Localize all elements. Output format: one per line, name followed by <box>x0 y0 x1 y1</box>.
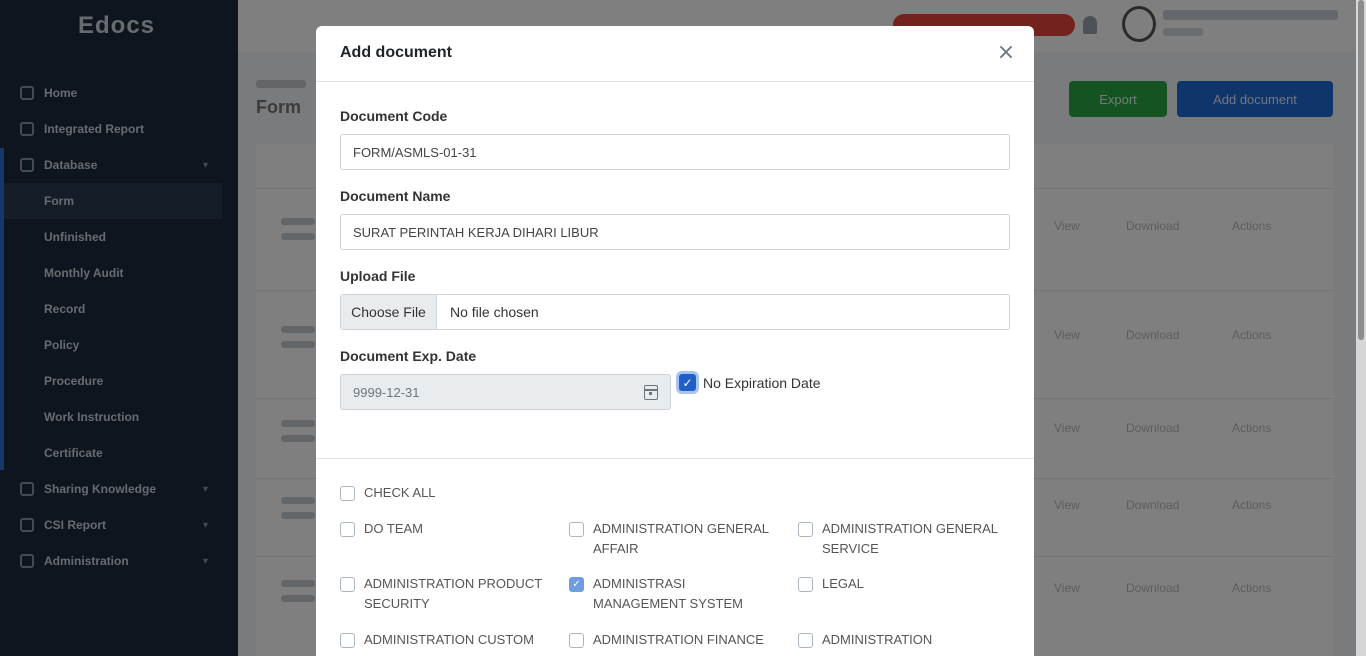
department-checkbox-administration[interactable] <box>798 633 813 648</box>
choose-file-button[interactable]: Choose File <box>341 295 437 329</box>
department-checkbox-general-affair[interactable] <box>569 522 584 537</box>
department-label: DO TEAM <box>364 521 423 536</box>
no-expiration-checkbox[interactable]: ✓ <box>679 374 696 391</box>
document-name-label: Document Name <box>340 188 451 204</box>
exp-date-input[interactable]: 9999-12-31 <box>340 374 671 410</box>
department-checkbox-management-system[interactable]: ✓ <box>569 577 584 592</box>
exp-date-label: Document Exp. Date <box>340 348 477 364</box>
department-label: LEGAL <box>822 576 864 591</box>
department-label: ADMINISTRATION GENERAL SERVICE <box>822 521 998 556</box>
close-icon[interactable]: × <box>996 42 1016 64</box>
scrollbar-track[interactable] <box>1356 0 1366 656</box>
department-checkbox-general-service[interactable] <box>798 522 813 537</box>
department-label: ADMINISTRASI MANAGEMENT SYSTEM <box>593 576 744 611</box>
department-label: ADMINISTRATION PRODUCT SECURITY <box>364 576 542 611</box>
exp-date-value: 9999-12-31 <box>353 384 420 400</box>
modal-divider <box>316 458 1034 459</box>
document-code-input[interactable] <box>340 134 1010 170</box>
department-checkbox-legal[interactable] <box>798 577 813 592</box>
no-expiration-label: No Expiration Date <box>703 375 821 391</box>
check-all-checkbox[interactable] <box>340 486 355 501</box>
department-checkbox-do-team[interactable] <box>340 522 355 537</box>
department-checkbox-product-security[interactable] <box>340 577 355 592</box>
add-document-modal: Add document × Document Code Document Na… <box>316 26 1034 656</box>
document-code-label: Document Code <box>340 108 448 124</box>
department-checkbox-custom[interactable] <box>340 633 355 648</box>
upload-file-label: Upload File <box>340 268 416 284</box>
check-all-label: CHECK ALL <box>364 485 436 500</box>
file-input[interactable]: Choose File No file chosen <box>340 294 1010 330</box>
department-label: ADMINISTRATION FINANCE <box>593 632 764 647</box>
department-checkbox-finance[interactable] <box>569 633 584 648</box>
modal-title: Add document <box>340 44 452 61</box>
department-label: ADMINISTRATION <box>822 632 933 647</box>
scrollbar-thumb[interactable] <box>1358 0 1364 340</box>
modal-header: Add document × <box>316 26 1034 82</box>
department-label: ADMINISTRATION GENERAL AFFAIR <box>593 521 769 556</box>
document-name-input[interactable] <box>340 214 1010 250</box>
department-label: ADMINISTRATION CUSTOM <box>364 632 534 647</box>
file-status-text: No file chosen <box>450 304 539 320</box>
calendar-icon[interactable] <box>644 385 658 400</box>
